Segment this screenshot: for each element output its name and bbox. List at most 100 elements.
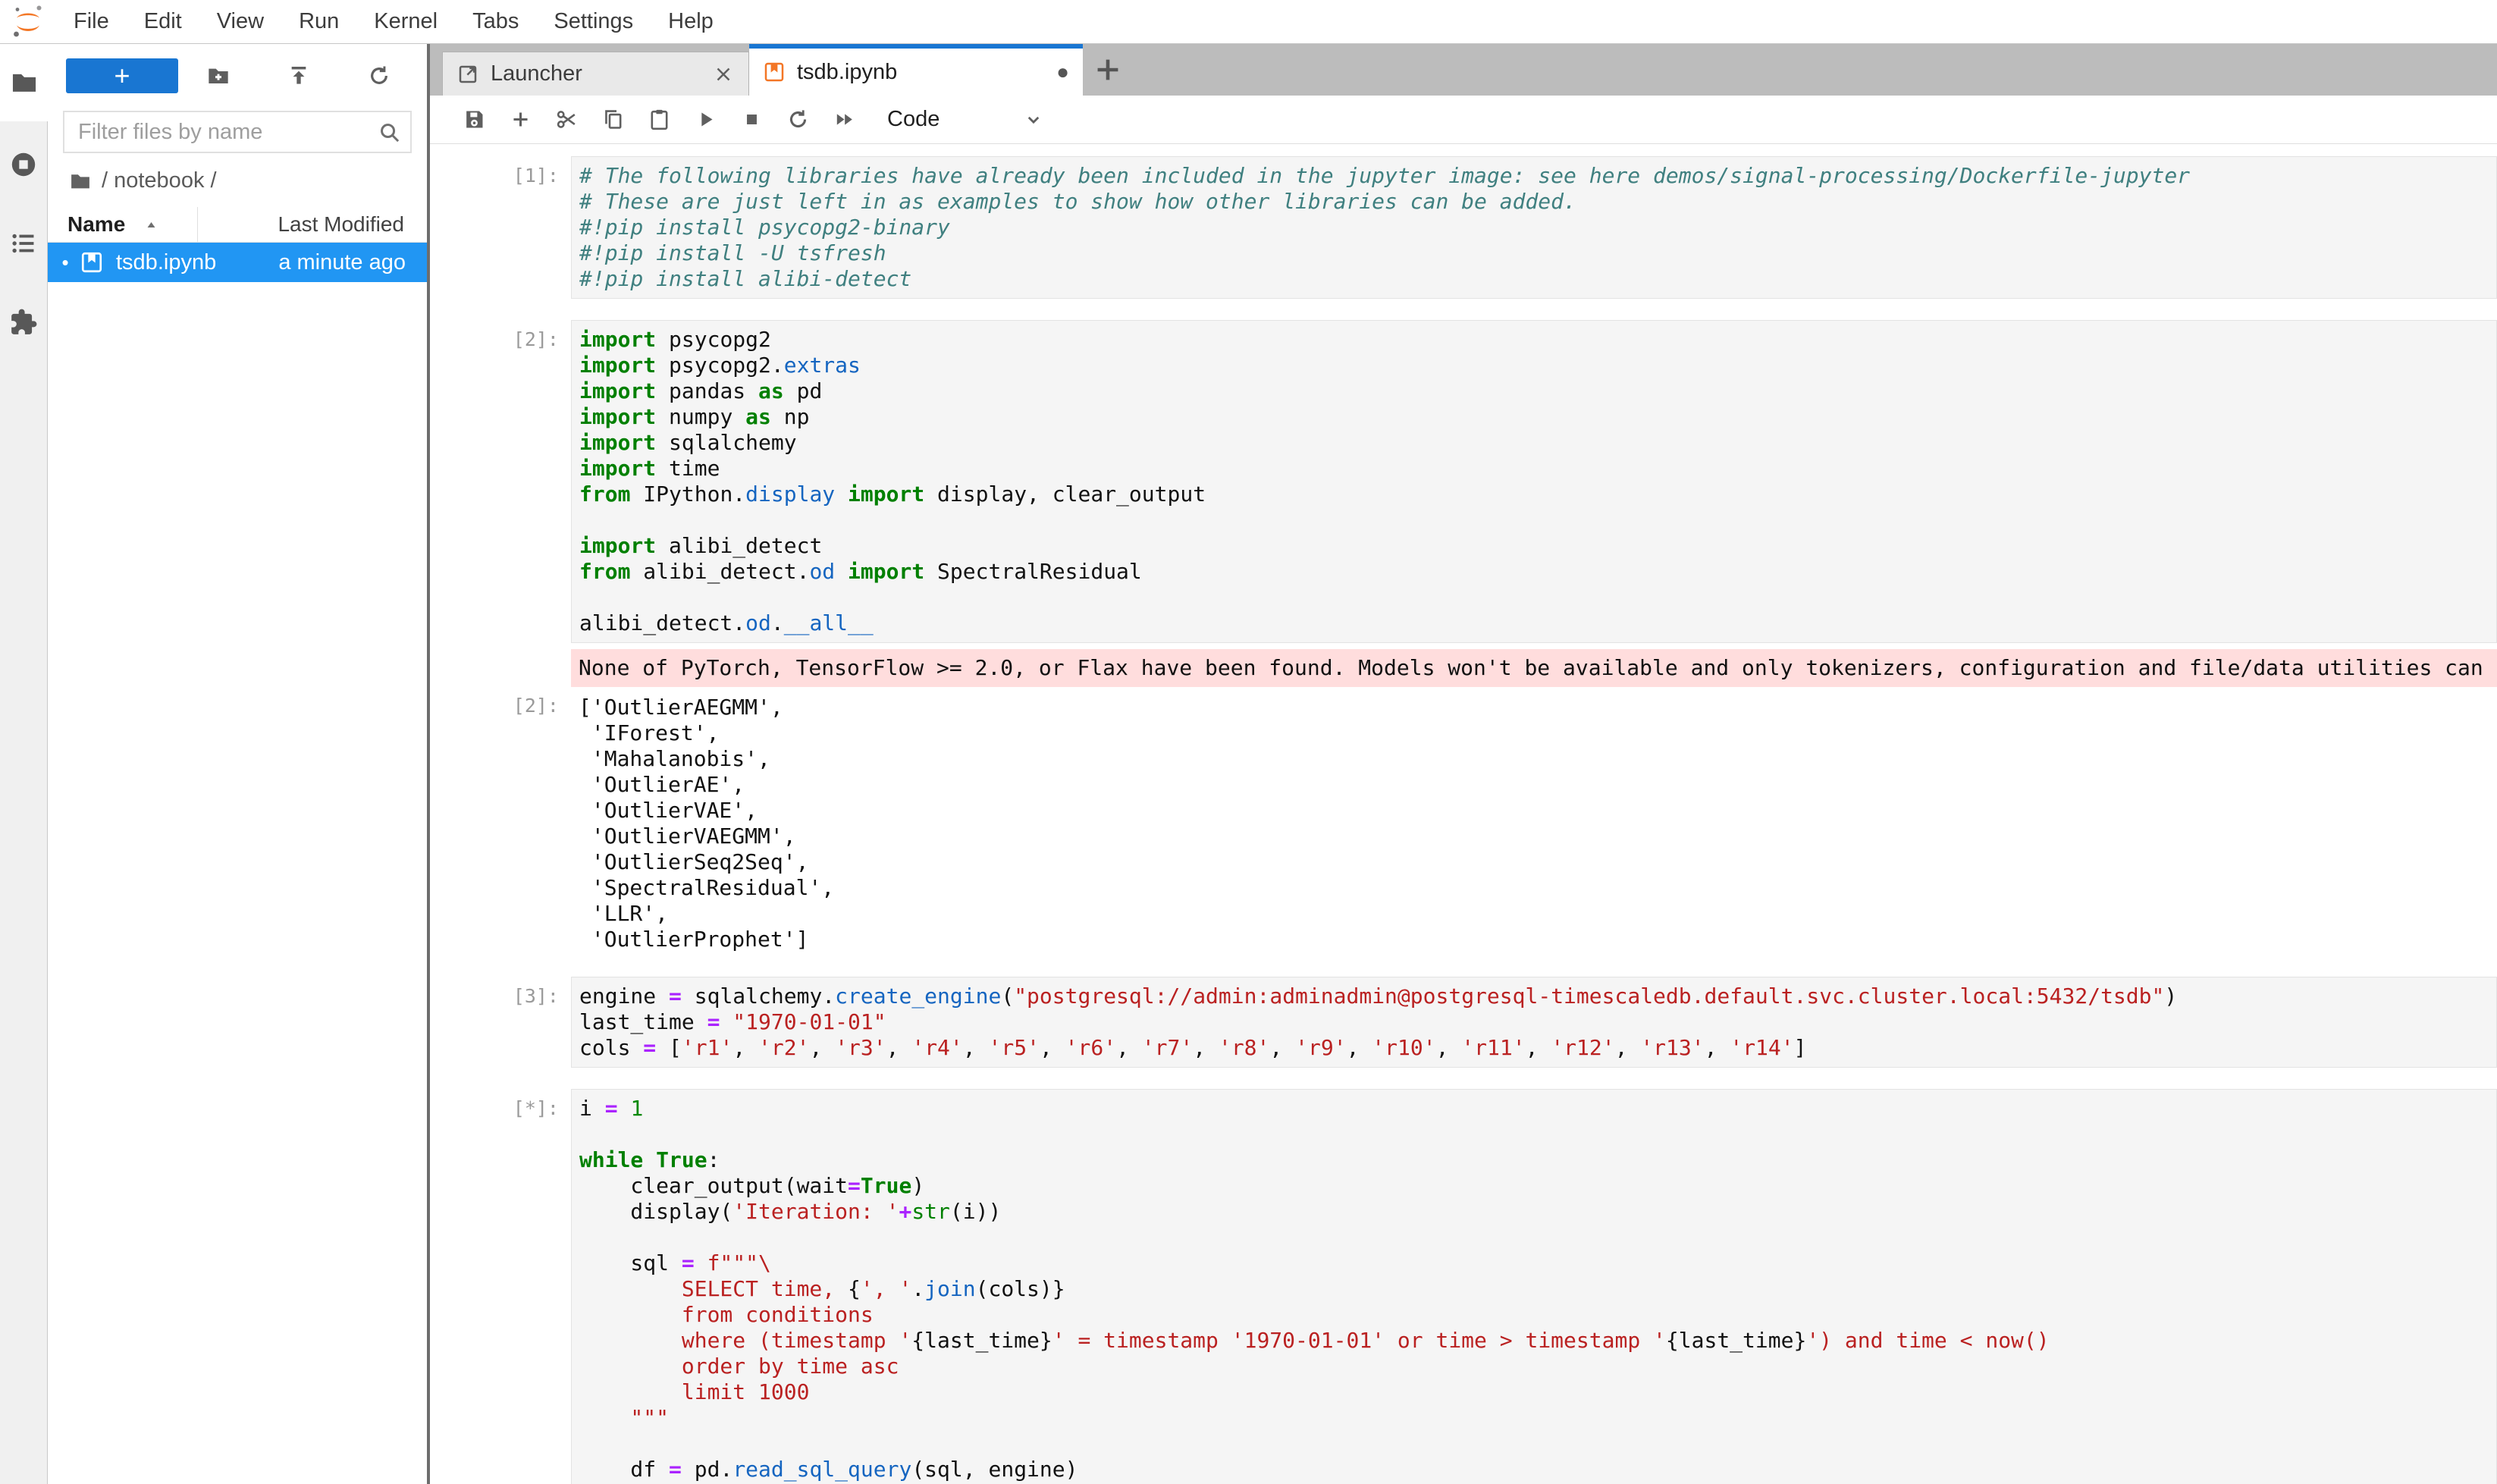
breadcrumb-path: / notebook / <box>102 168 217 193</box>
notebook-icon <box>763 61 786 83</box>
cell-input-prompt: [1]: <box>430 156 571 299</box>
new-folder-button[interactable] <box>178 64 259 88</box>
activity-bar-segment <box>0 121 48 1484</box>
tab-close-icon[interactable] <box>712 63 735 86</box>
shell: + / notebook / Name Last Modified • tsdb.… <box>0 44 2497 1484</box>
notebook-content: [1]:# The following libraries have alrea… <box>430 144 2497 1484</box>
kernel-running-dot: • <box>54 251 77 275</box>
stop-icon <box>740 108 764 131</box>
restart-run-all-button[interactable] <box>821 108 867 131</box>
file-filter-box <box>63 111 412 153</box>
restart-kernel-button[interactable] <box>775 108 821 131</box>
search-icon <box>378 121 401 144</box>
tab-bar: Launcher tsdb.ipynb ● <box>430 44 2497 96</box>
interrupt-kernel-button[interactable] <box>729 108 775 131</box>
activity-bar <box>0 44 48 1484</box>
cell-type-select[interactable]: Code <box>887 107 1045 132</box>
launcher-icon <box>456 63 479 86</box>
add-icon <box>509 108 532 131</box>
folder-icon <box>10 68 39 97</box>
insert-cell-button[interactable] <box>497 108 544 131</box>
cell-type-value: Code <box>887 107 940 132</box>
jupyter-logo-icon <box>11 5 45 39</box>
file-browser-toolbar: + <box>48 44 427 102</box>
sidebar-tab-extensions[interactable] <box>9 308 38 337</box>
output-prompt-empty <box>430 649 571 687</box>
main-dock-panel: Launcher tsdb.ipynb ● Code [1]:# The follo… <box>430 44 2497 1484</box>
upload-icon <box>287 64 311 88</box>
file-name: tsdb.ipynb <box>116 250 216 275</box>
fast-forward-icon <box>833 108 856 131</box>
unsaved-changes-dot: ● <box>1056 61 1069 83</box>
copy-cells-button[interactable] <box>590 108 636 131</box>
menu-item-run[interactable]: Run <box>281 0 356 43</box>
tab-label: tsdb.ipynb <box>797 60 897 85</box>
cut-cells-button[interactable] <box>544 108 590 131</box>
new-launcher-button[interactable]: + <box>66 58 178 93</box>
refresh-icon <box>367 64 391 88</box>
sort-ascending-icon <box>145 218 158 231</box>
cell-input-prompt: [*]: <box>430 1089 571 1484</box>
refresh-icon <box>786 108 810 131</box>
cell-output-result: ['OutlierAEGMM', 'IForest', 'Mahalanobis… <box>571 692 2497 955</box>
paste-icon <box>648 108 671 131</box>
menu-item-settings[interactable]: Settings <box>536 0 651 43</box>
notebook-icon <box>80 250 104 275</box>
refresh-button[interactable] <box>339 64 419 88</box>
upload-button[interactable] <box>259 64 339 88</box>
breadcrumb[interactable]: / notebook / <box>69 168 427 193</box>
plus-icon: + <box>114 60 130 92</box>
file-row-tsdb.ipynb[interactable]: • tsdb.ipynb a minute ago <box>48 243 427 282</box>
menu-item-tabs[interactable]: Tabs <box>455 0 536 43</box>
puzzle-icon <box>9 308 38 337</box>
menu-item-file[interactable]: File <box>56 0 127 43</box>
chevron-down-icon <box>1022 108 1045 131</box>
notebook-cell-3: [3]:engine = sqlalchemy.create_engine("p… <box>430 977 2497 1068</box>
cut-icon <box>555 108 579 131</box>
activity-bar-active-segment <box>0 44 48 121</box>
sidebar-tab-running-sessions[interactable] <box>9 150 38 179</box>
new-tab-button[interactable] <box>1090 52 1125 87</box>
sidebar-tab-file-browser[interactable] <box>10 68 39 97</box>
file-list: • tsdb.ipynb a minute ago <box>48 243 427 282</box>
menu-item-kernel[interactable]: Kernel <box>356 0 455 43</box>
save-icon <box>463 108 486 131</box>
cell-code-editor[interactable]: import psycopg2import psycopg2.extrasimp… <box>571 320 2497 643</box>
tab-tsdb-ipynb[interactable]: tsdb.ipynb ● <box>749 44 1083 96</box>
cell-code-editor[interactable]: i = 1 while True: clear_output(wait=True… <box>571 1089 2497 1484</box>
notebook-toolbar: Code <box>430 96 2497 144</box>
menu-item-help[interactable]: Help <box>651 0 731 43</box>
menu-bar: FileEditViewRunKernelTabsSettingsHelp <box>0 0 2497 44</box>
cell-output-prompt: [2]: <box>430 692 571 955</box>
tab-label: Launcher <box>491 61 582 86</box>
new-folder-icon <box>206 64 231 88</box>
cell-code-editor[interactable]: # The following libraries have already b… <box>571 156 2497 299</box>
cell-input-prompt: [2]: <box>430 320 571 643</box>
stop-circle-icon <box>9 150 38 179</box>
tab-launcher[interactable]: Launcher <box>442 52 749 96</box>
file-last-modified: a minute ago <box>278 250 427 275</box>
run-cell-button[interactable] <box>682 108 729 131</box>
cell-code-editor[interactable]: engine = sqlalchemy.create_engine("postg… <box>571 977 2497 1068</box>
file-filter-input[interactable] <box>64 112 410 152</box>
jupyterlab-window: FileEditViewRunKernelTabsSettingsHelp + … <box>0 0 2497 1484</box>
sidebar-tab-table-of-contents[interactable] <box>9 229 38 258</box>
file-browser-panel: + / notebook / Name Last Modified • tsdb.… <box>48 44 430 1484</box>
menu-item-view[interactable]: View <box>199 0 281 43</box>
menu-items: FileEditViewRunKernelTabsSettingsHelp <box>56 0 731 43</box>
paste-cells-button[interactable] <box>636 108 682 131</box>
run-icon <box>694 108 717 131</box>
save-button[interactable] <box>451 108 497 131</box>
file-list-header: Name Last Modified <box>48 207 427 243</box>
menu-item-edit[interactable]: Edit <box>127 0 199 43</box>
notebook-cell-1: [1]:# The following libraries have alrea… <box>430 156 2497 299</box>
copy-icon <box>601 108 625 131</box>
column-header-last-modified[interactable]: Last Modified <box>198 212 427 237</box>
cell-output-stderr: None of PyTorch, TensorFlow >= 2.0, or F… <box>571 649 2497 687</box>
home-folder-icon[interactable] <box>69 170 92 193</box>
column-header-name[interactable]: Name <box>48 212 197 237</box>
cell-input-prompt: [3]: <box>430 977 571 1068</box>
notebook-cell-4: [*]:i = 1 while True: clear_output(wait=… <box>430 1089 2497 1484</box>
notebook-cell-2: [2]:import psycopg2import psycopg2.extra… <box>430 320 2497 955</box>
list-icon <box>9 229 38 258</box>
